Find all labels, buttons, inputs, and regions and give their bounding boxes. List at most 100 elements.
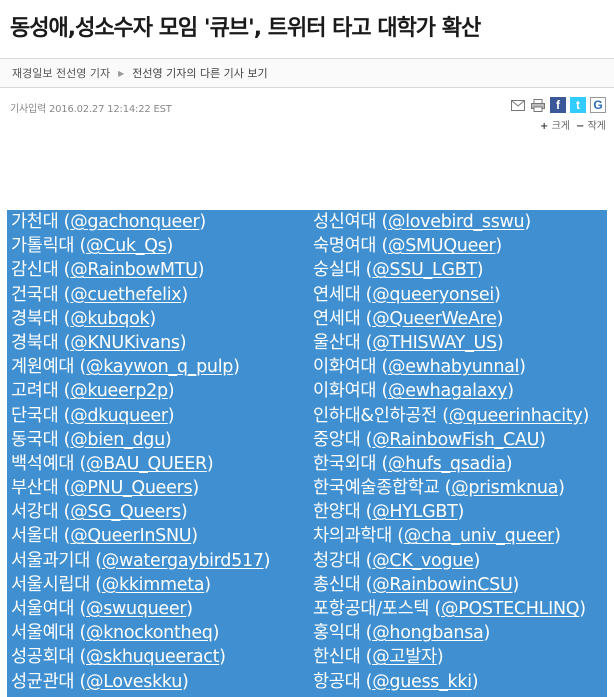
club-list-item: 홍익대 (@hongbansa): [313, 623, 490, 644]
club-school-name: 동국대: [11, 429, 59, 450]
club-school-name: 서울여대: [11, 599, 75, 619]
byline-reporter: 재경일보 전선영 기자: [12, 67, 111, 80]
club-list-item: 성균관대 (@Loveskku): [11, 671, 189, 692]
google-share-icon[interactable]: G: [590, 97, 606, 113]
club-school-name: 단국대: [11, 405, 59, 426]
club-twitter-handle: @ewhabyunnal: [388, 357, 520, 378]
email-icon[interactable]: [510, 97, 526, 113]
club-list-item: 총신대 (@RainbowinCSU): [313, 574, 520, 595]
club-school-name: 성균관대: [11, 671, 75, 692]
article-title: 동성애,성소수자 모임 '큐브', 트위터 타고 대학가 확산: [10, 16, 481, 41]
club-school-name: 경북대: [11, 332, 59, 353]
club-list-item: 한신대 (@고발자): [313, 647, 444, 668]
club-list-item: 고려대 (@kueerp2p): [11, 381, 175, 402]
club-twitter-handle: @PNU_Queers: [70, 478, 193, 499]
club-list-item: 청강대 (@CK_vogue): [313, 550, 481, 571]
club-twitter-handle: @Cuk_Qs: [86, 236, 167, 257]
club-school-name: 성공회대: [11, 647, 75, 668]
club-twitter-handle: @SSU_LGBT: [372, 260, 477, 281]
club-twitter-handle: @CK_vogue: [372, 550, 474, 571]
reporter-articles-link[interactable]: 전선영 기자의 다른 기사 보기: [132, 65, 267, 81]
club-list-item: 계원예대 (@kaywon_q_pulp): [11, 357, 240, 378]
club-twitter-handle: @dkuqueer: [70, 405, 168, 426]
club-school-name: 숙명여대: [313, 236, 377, 257]
image-right-column: 성신여대 (@lovebird_sswu) 숙명여대 (@SMUQueer) 숭실대…: [313, 210, 589, 694]
club-list-item: 경북대 (@kubqok): [11, 308, 156, 329]
club-twitter-handle: @cuethefelix: [70, 284, 182, 305]
club-school-name: 연세대: [313, 284, 361, 305]
club-list-item: 감신대 (@RainbowMTU): [11, 260, 205, 281]
club-list-item: 포항공대/포스텍 (@POSTECHLINQ): [313, 599, 586, 619]
club-school-name: 인하대&인하공전: [313, 405, 437, 426]
club-list-item: 서울대 (@QueerInSNU): [11, 526, 198, 547]
triangle-right-icon: ▶: [118, 68, 125, 78]
twitter-share-icon[interactable]: t: [570, 97, 586, 113]
club-list-item: 단국대 (@dkuqueer): [11, 405, 175, 426]
club-list-item: 서울여대 (@swuqueer): [11, 599, 193, 619]
club-list-item: 경북대 (@KNUKivans): [11, 332, 187, 353]
club-school-name: 총신대: [313, 574, 361, 595]
club-school-name: 서강대: [11, 502, 59, 523]
club-school-name: 계원예대: [11, 357, 75, 378]
article-tools: f t G: [510, 97, 606, 113]
club-list-item: 한국외대 (@hufs_qsadia): [313, 453, 513, 474]
club-school-name: 가톨릭대: [11, 236, 75, 257]
club-twitter-handle: @prismknua: [451, 478, 559, 499]
club-school-name: 한국예술종합학교: [313, 478, 440, 499]
club-list-item: 가톨릭대 (@Cuk_Qs): [11, 236, 174, 257]
club-school-name: 연세대: [313, 308, 361, 329]
club-list-item: 건국대 (@cuethefelix): [11, 284, 188, 305]
club-list-item: 부산대 (@PNU_Queers): [11, 478, 199, 499]
club-twitter-handle: @cha_univ_queer: [403, 526, 555, 547]
club-twitter-handle: @skhuqueeract: [86, 647, 220, 668]
club-school-name: 중앙대: [313, 429, 361, 450]
club-school-name: 가천대: [11, 212, 59, 232]
club-school-name: 감신대: [11, 260, 59, 281]
club-twitter-handle: @knockontheq: [86, 623, 213, 644]
font-smaller-button[interactable]: − 작게: [576, 117, 606, 132]
club-school-name: 백석예대: [11, 453, 75, 474]
club-twitter-handle: @gachonqueer: [70, 212, 200, 232]
club-list-item: 한양대 (@HYLGBT): [313, 502, 464, 523]
club-twitter-handle: @HYLGBT: [372, 502, 458, 523]
club-twitter-handle: @THISWAY_US: [372, 332, 497, 353]
club-list-item: 인하대&인하공전 (@queerinhacity): [313, 405, 589, 426]
byline-bar: 재경일보 전선영 기자 ▶ 전선영 기자의 다른 기사 보기: [0, 58, 614, 88]
club-twitter-handle: @QueerWeAre: [372, 308, 497, 329]
club-school-name: 포항공대/포스텍: [313, 599, 430, 619]
club-twitter-handle: @BAU_QUEER: [86, 453, 207, 474]
print-icon[interactable]: [530, 97, 546, 113]
club-school-name: 서울예대: [11, 623, 75, 644]
club-school-name: 이화여대: [313, 357, 377, 378]
club-school-name: 이화여대: [313, 381, 377, 402]
club-twitter-handle: @RainbowFish_CAU: [372, 429, 540, 450]
club-twitter-handle: @swuqueer: [86, 599, 187, 619]
club-twitter-handle: @ewhagalaxy: [388, 381, 508, 402]
club-school-name: 고려대: [11, 381, 59, 402]
club-twitter-handle: @hongbansa: [372, 623, 484, 644]
club-list-item: 동국대 (@bien_dgu): [11, 429, 172, 450]
club-list-item: 서울시립대 (@kkimmeta): [11, 574, 211, 595]
article-image-queer-clubs-list: 가천대 (@gachonqueer) 가톨릭대 (@Cuk_Qs) 감신대 (@Ra…: [7, 210, 607, 697]
club-twitter-handle: @kaywon_q_pulp: [86, 357, 234, 378]
club-school-name: 차의과학대: [313, 526, 392, 547]
club-twitter-handle: @kkimmeta: [101, 574, 205, 595]
club-school-name: 성신여대: [313, 212, 377, 232]
club-list-item: 서울예대 (@knockontheq): [11, 623, 220, 644]
club-twitter-handle: @Loveskku: [86, 671, 183, 692]
club-school-name: 청강대: [313, 550, 361, 571]
club-twitter-handle: @POSTECHLINQ: [441, 599, 580, 619]
club-twitter-handle: @SG_Queers: [70, 502, 181, 523]
club-twitter-handle: @guess_kki: [372, 671, 472, 692]
club-list-item: 백석예대 (@BAU_QUEER): [11, 453, 214, 474]
club-school-name: 숭실대: [313, 260, 361, 281]
font-larger-button[interactable]: + 크게: [540, 117, 570, 132]
facebook-share-icon[interactable]: f: [550, 97, 566, 113]
club-school-name: 홍익대: [313, 623, 361, 644]
club-school-name: 한국외대: [313, 453, 377, 474]
club-list-item: 서울과기대 (@watergaybird517): [11, 550, 271, 571]
club-list-item: 항공대 (@guess_kki): [313, 671, 479, 692]
club-school-name: 울산대: [313, 332, 361, 353]
club-twitter-handle: @lovebird_sswu: [388, 212, 525, 232]
club-twitter-handle: @QueerInSNU: [70, 526, 192, 547]
